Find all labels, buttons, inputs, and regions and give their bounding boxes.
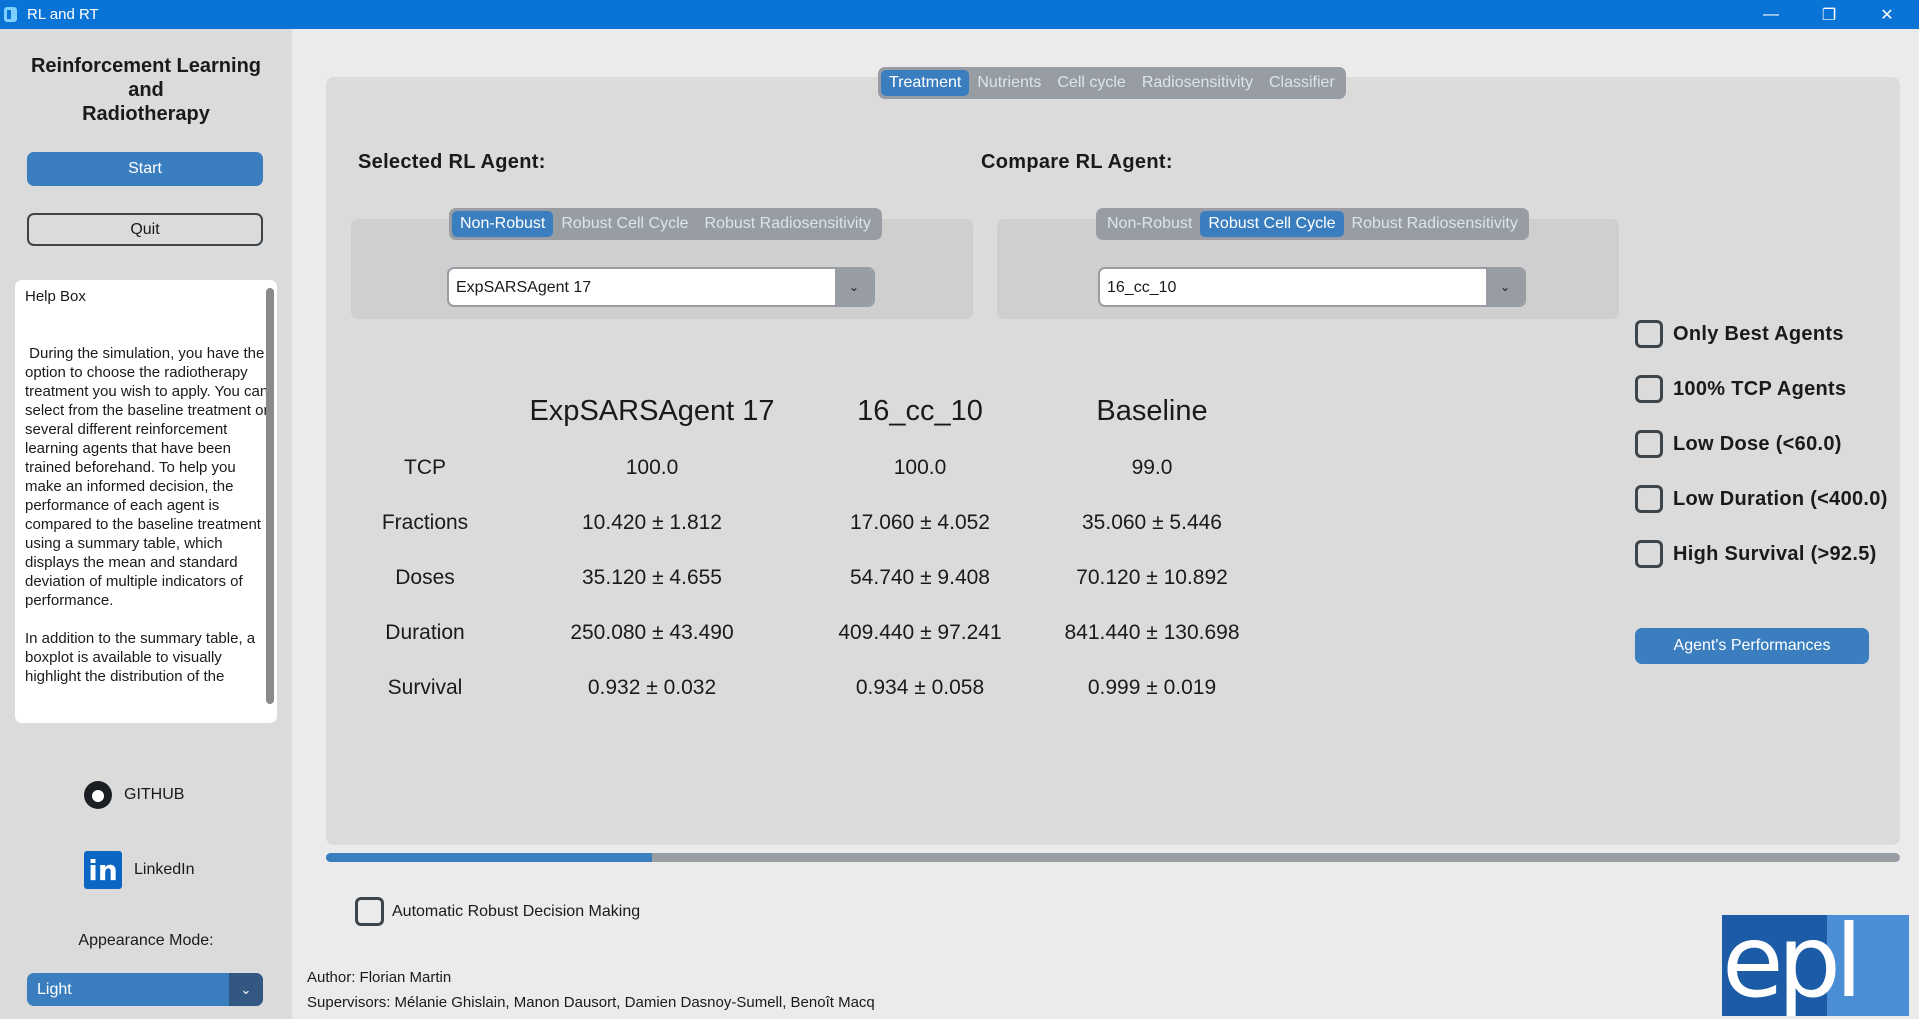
selected-agent-label: Selected RL Agent:	[358, 151, 546, 173]
appearance-mode-select[interactable]: Light ⌄	[27, 973, 263, 1006]
selected-robustness-selector: Non-Robust Robust Cell Cycle Robust Radios…	[449, 208, 882, 240]
progress-fill	[326, 853, 652, 862]
table-cell: 70.120 ± 10.892	[1076, 566, 1228, 589]
window-title: RL and RT	[27, 6, 99, 23]
quit-button[interactable]: Quit	[27, 213, 263, 246]
chevron-down-icon[interactable]: ⌄	[1486, 269, 1524, 305]
filter-label: 100% TCP Agents	[1673, 377, 1847, 400]
tab-nutrients[interactable]: Nutrients	[969, 70, 1049, 96]
agent-performances-button[interactable]: Agent's Performances	[1635, 628, 1869, 664]
selected-agent-value: ExpSARSAgent 17	[456, 279, 592, 296]
linkedin-label: LinkedIn	[134, 861, 195, 878]
table-cell: 99.0	[1131, 456, 1173, 479]
table-cell: 409.440 ± 97.241	[838, 621, 1002, 644]
help-scrollbar[interactable]	[266, 288, 274, 704]
linkedin-icon: in	[84, 851, 122, 889]
column-header: ExpSARSAgent 17	[529, 395, 775, 427]
filter-checkbox[interactable]: Only Best Agents	[1635, 320, 1844, 348]
checkbox-box[interactable]	[1635, 320, 1663, 348]
checkbox-box[interactable]	[1635, 485, 1663, 513]
compare-option-robust-cell-cycle[interactable]: Robust Cell Cycle	[1200, 211, 1344, 237]
tab-classifier[interactable]: Classifier	[1261, 70, 1343, 96]
supervisors-credit: Supervisors: Mélanie Ghislain, Manon Dau…	[307, 994, 875, 1011]
table-cell: 0.999 ± 0.019	[1087, 676, 1217, 699]
checkbox-box[interactable]	[355, 897, 384, 926]
row-label: TCP	[404, 456, 446, 479]
table-cell: 250.080 ± 43.490	[570, 621, 734, 644]
app-heading: Reinforcement Learning and Radiotherapy	[0, 54, 292, 126]
filter-label: Low Dose (<60.0)	[1673, 432, 1842, 455]
table-cell: 35.060 ± 5.446	[1082, 511, 1222, 534]
author-credit: Author: Florian Martin	[307, 969, 452, 986]
table-cell: 100.0	[625, 456, 679, 479]
table-cell: 17.060 ± 4.052	[850, 511, 990, 534]
app-icon	[4, 7, 17, 22]
selected-agent-combobox[interactable]: ExpSARSAgent 17 ⌄	[447, 267, 875, 307]
column-header: Baseline	[1096, 395, 1208, 427]
close-button[interactable]: ✕	[1858, 0, 1916, 29]
filter-label: High Survival (>92.5)	[1673, 542, 1877, 565]
logo-text: epl	[1722, 915, 1863, 1016]
github-link[interactable]: GITHUB	[84, 781, 184, 809]
compare-agent-value: 16_cc_10	[1107, 279, 1177, 296]
start-button[interactable]: Start	[27, 152, 263, 186]
table-cell: 54.740 ± 9.408	[850, 566, 990, 589]
table-cell: 841.440 ± 130.698	[1064, 621, 1240, 644]
filter-checkbox[interactable]: Low Dose (<60.0)	[1635, 430, 1842, 458]
linkedin-link[interactable]: in LinkedIn	[84, 851, 195, 889]
selected-option-robust-radiosensitivity[interactable]: Robust Radiosensitivity	[697, 211, 879, 237]
compare-option-robust-radiosensitivity[interactable]: Robust Radiosensitivity	[1344, 211, 1526, 237]
chevron-down-icon[interactable]: ⌄	[835, 269, 873, 305]
heading-line: Reinforcement Learning	[30, 55, 262, 77]
title-bar: RL and RT — ❐ ✕	[0, 0, 1919, 29]
compare-agent-combobox[interactable]: 16_cc_10 ⌄	[1098, 267, 1526, 307]
row-label: Doses	[395, 566, 455, 589]
automatic-robust-label: Automatic Robust Decision Making	[392, 902, 641, 920]
progress-bar	[326, 853, 1900, 862]
chevron-down-icon[interactable]: ⌄	[229, 973, 263, 1006]
appearance-mode-value: Light	[37, 981, 72, 998]
compare-option-non-robust[interactable]: Non-Robust	[1099, 211, 1200, 237]
table-cell: 35.120 ± 4.655	[582, 566, 722, 589]
tab-treatment[interactable]: Treatment	[881, 70, 970, 96]
appearance-mode-label: Appearance Mode:	[78, 932, 214, 949]
selected-option-non-robust[interactable]: Non-Robust	[452, 211, 554, 237]
compare-robustness-selector: Non-Robust Robust Cell Cycle Robust Radios…	[1096, 208, 1529, 240]
filter-checkbox[interactable]: 100% TCP Agents	[1635, 375, 1846, 403]
checkbox-box[interactable]	[1635, 430, 1663, 458]
row-label: Duration	[385, 621, 465, 644]
filter-checkbox[interactable]: High Survival (>92.5)	[1635, 540, 1877, 568]
selected-option-robust-cell-cycle[interactable]: Robust Cell Cycle	[553, 211, 696, 237]
github-icon	[84, 781, 112, 809]
github-label: GITHUB	[124, 786, 185, 803]
tab-cell-cycle[interactable]: Cell cycle	[1049, 70, 1133, 96]
filter-checkbox[interactable]: Low Duration (<400.0)	[1635, 485, 1888, 513]
epl-logo: epl	[1722, 915, 1909, 1016]
compare-agent-label: Compare RL Agent:	[981, 151, 1173, 173]
checkbox-box[interactable]	[1635, 540, 1663, 568]
restore-button[interactable]: ❐	[1800, 0, 1858, 29]
table-cell: 10.420 ± 1.812	[582, 511, 722, 534]
automatic-robust-checkbox[interactable]: Automatic Robust Decision Making	[355, 897, 640, 926]
tab-radiosensitivity[interactable]: Radiosensitivity	[1134, 70, 1261, 96]
row-label: Fractions	[381, 511, 469, 534]
filter-label: Only Best Agents	[1673, 322, 1844, 345]
row-label: Survival	[387, 676, 463, 699]
heading-line: and	[128, 79, 164, 101]
table-cell: 100.0	[893, 456, 947, 479]
help-text: During the simulation, you have the opti…	[25, 345, 269, 685]
help-box[interactable]: Help Box During the simulation, you have…	[15, 280, 277, 723]
filter-label: Low Duration (<400.0)	[1673, 487, 1888, 510]
help-title: Help Box	[25, 288, 86, 305]
checkbox-box[interactable]	[1635, 375, 1663, 403]
table-cell: 0.932 ± 0.032	[587, 676, 717, 699]
table-cell: 0.934 ± 0.058	[855, 676, 985, 699]
minimize-button[interactable]: —	[1742, 0, 1800, 29]
tab-bar: Treatment Nutrients Cell cycle Radiosensiti…	[878, 67, 1346, 99]
heading-line: Radiotherapy	[82, 103, 210, 125]
